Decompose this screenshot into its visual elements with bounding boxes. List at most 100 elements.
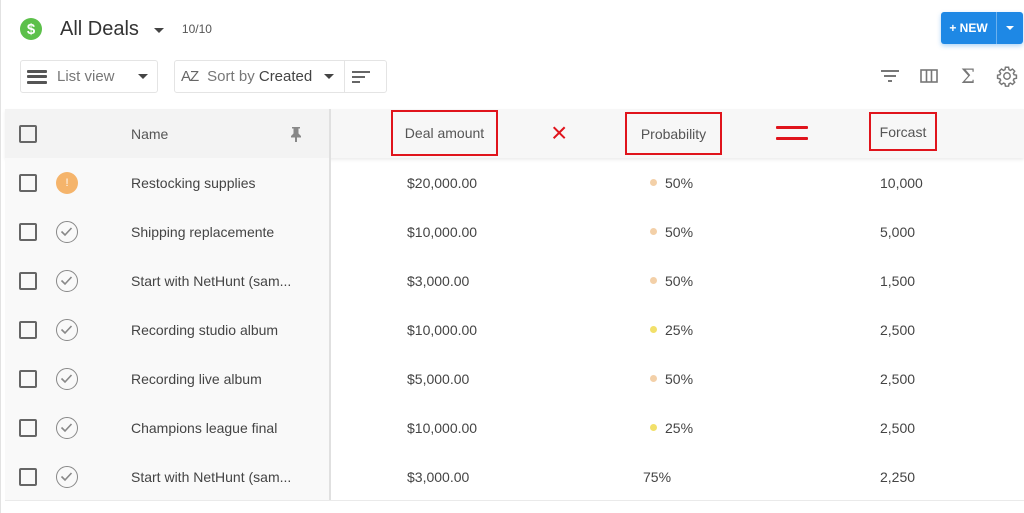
probability-value: 50% — [665, 174, 694, 191]
deal-forecast: 10,000 — [880, 174, 923, 191]
table-row[interactable]: Start with NetHunt (sam... $3,000.00 75%… — [5, 452, 1024, 501]
deal-amount: $10,000.00 — [407, 321, 478, 338]
check-circle-icon[interactable] — [56, 318, 78, 341]
equals-annotation-icon — [776, 126, 808, 140]
deal-name[interactable]: Recording studio album — [131, 322, 278, 338]
deal-amount: $10,000.00 — [407, 419, 478, 436]
multiply-annotation-icon: × — [551, 117, 568, 148]
page-header: $ All Deals 10/10 — [20, 16, 212, 42]
filter-button[interactable] — [878, 64, 902, 88]
deal-amount: $3,000.00 — [407, 272, 470, 289]
table-header: Name Deal amount × Probability Forcast — [5, 109, 1024, 158]
new-dropdown-button[interactable] — [997, 12, 1023, 44]
table-row[interactable]: Shipping replacemente $10,000.00 50% 5,0… — [5, 207, 1024, 256]
record-count: 10/10 — [181, 22, 212, 36]
deal-probability: 75% — [643, 469, 671, 485]
probability-value: 25% — [665, 419, 694, 436]
row-checkbox[interactable] — [19, 320, 37, 339]
new-button-group: + NEW — [941, 12, 1023, 44]
select-all-checkbox[interactable] — [19, 124, 37, 143]
deal-name[interactable]: Start with NetHunt (sam... — [131, 273, 291, 289]
deal-probability: 50% — [643, 273, 693, 289]
row-checkbox[interactable] — [19, 271, 37, 290]
probability-label: Probability — [640, 125, 707, 142]
chevron-down-icon — [137, 74, 148, 79]
deal-amount: $10,000.00 — [407, 223, 478, 240]
check-circle-icon[interactable] — [56, 220, 78, 243]
probability-dot-icon — [650, 326, 657, 333]
warning-status-icon[interactable]: ! — [56, 171, 78, 194]
deal-probability: 25% — [643, 322, 693, 338]
probability-dot-icon — [650, 277, 657, 284]
deal-probability: 50% — [643, 371, 693, 387]
probability-value: 25% — [665, 321, 694, 338]
view-label: List view — [57, 68, 115, 85]
deal-amount: $5,000.00 — [407, 370, 470, 387]
sort-selector: AZ Sort by Created — [174, 60, 387, 93]
column-header-deal-amount[interactable]: Deal amount — [391, 110, 498, 156]
deal-name[interactable]: Start with NetHunt (sam... — [131, 469, 291, 485]
deal-forecast: 2,500 — [880, 321, 916, 338]
page-title[interactable]: All Deals — [60, 18, 139, 41]
chevron-down-icon[interactable] — [324, 74, 335, 79]
deal-amount: $3,000.00 — [407, 468, 470, 485]
view-selector[interactable]: List view — [20, 60, 158, 93]
probability-dot-icon — [650, 228, 657, 235]
table-tools: Σ — [878, 64, 1019, 88]
sort-az-icon: AZ — [181, 68, 199, 85]
row-checkbox[interactable] — [19, 369, 37, 388]
deal-forecast: 2,250 — [880, 468, 916, 485]
sort-order-button[interactable] — [345, 61, 373, 92]
table-row[interactable]: Start with NetHunt (sam... $3,000.00 50%… — [5, 256, 1024, 305]
row-checkbox[interactable] — [19, 467, 37, 486]
deal-name[interactable]: Recording live album — [131, 371, 262, 387]
window-edge — [0, 0, 4, 513]
check-circle-icon[interactable] — [56, 465, 78, 488]
columns-icon — [920, 69, 938, 83]
probability-value: 50% — [665, 223, 694, 240]
deals-table: Name Deal amount × Probability Forcast !… — [5, 109, 1024, 501]
probability-dot-icon — [650, 179, 657, 186]
deal-name[interactable]: Restocking supplies — [131, 175, 256, 191]
column-header-probability[interactable]: Probability — [625, 112, 722, 155]
probability-value: 50% — [665, 370, 694, 387]
table-row[interactable]: Recording live album $5,000.00 50% 2,500 — [5, 354, 1024, 403]
settings-button[interactable] — [995, 64, 1019, 88]
toolbar: List view AZ Sort by Created — [20, 60, 387, 93]
deal-forecast: 2,500 — [880, 370, 916, 387]
check-circle-icon[interactable] — [56, 367, 78, 390]
row-checkbox[interactable] — [19, 222, 37, 241]
column-header-name[interactable]: Name — [131, 126, 168, 142]
table-row[interactable]: Champions league final $10,000.00 25% 2,… — [5, 403, 1024, 452]
title-dropdown-caret-icon[interactable] — [153, 27, 164, 33]
sort-value: Created — [258, 68, 313, 85]
chevron-down-icon — [1006, 26, 1014, 30]
table-bottom-border — [5, 500, 1024, 501]
deal-name[interactable]: Champions league final — [131, 420, 277, 436]
filter-icon — [881, 70, 899, 82]
sort-label[interactable]: Sort by Created — [207, 68, 312, 85]
deal-amount: $20,000.00 — [407, 174, 478, 191]
column-header-forecast[interactable]: Forcast — [869, 112, 937, 151]
deal-amount-label: Deal amount — [404, 125, 485, 141]
sum-icon: Σ — [960, 64, 976, 88]
probability-value: 50% — [665, 272, 694, 289]
table-row[interactable]: Recording studio album $10,000.00 25% 2,… — [5, 305, 1024, 354]
probability-value: 75% — [643, 468, 672, 485]
deal-probability: 50% — [643, 175, 693, 191]
deal-forecast: 5,000 — [880, 223, 916, 240]
check-circle-icon[interactable] — [56, 416, 78, 439]
check-circle-icon[interactable] — [56, 269, 78, 292]
probability-dot-icon — [650, 424, 657, 431]
row-checkbox[interactable] — [19, 173, 37, 192]
deal-probability: 25% — [643, 420, 693, 436]
deal-probability: 50% — [643, 224, 693, 240]
deals-dollar-icon: $ — [20, 18, 42, 40]
new-button[interactable]: + NEW — [941, 12, 997, 44]
pin-icon[interactable] — [290, 126, 302, 142]
columns-button[interactable] — [917, 64, 941, 88]
sum-button[interactable]: Σ — [956, 64, 980, 88]
deal-name[interactable]: Shipping replacemente — [131, 224, 274, 240]
table-row[interactable]: ! Restocking supplies $20,000.00 50% 10,… — [5, 158, 1024, 207]
row-checkbox[interactable] — [19, 418, 37, 437]
